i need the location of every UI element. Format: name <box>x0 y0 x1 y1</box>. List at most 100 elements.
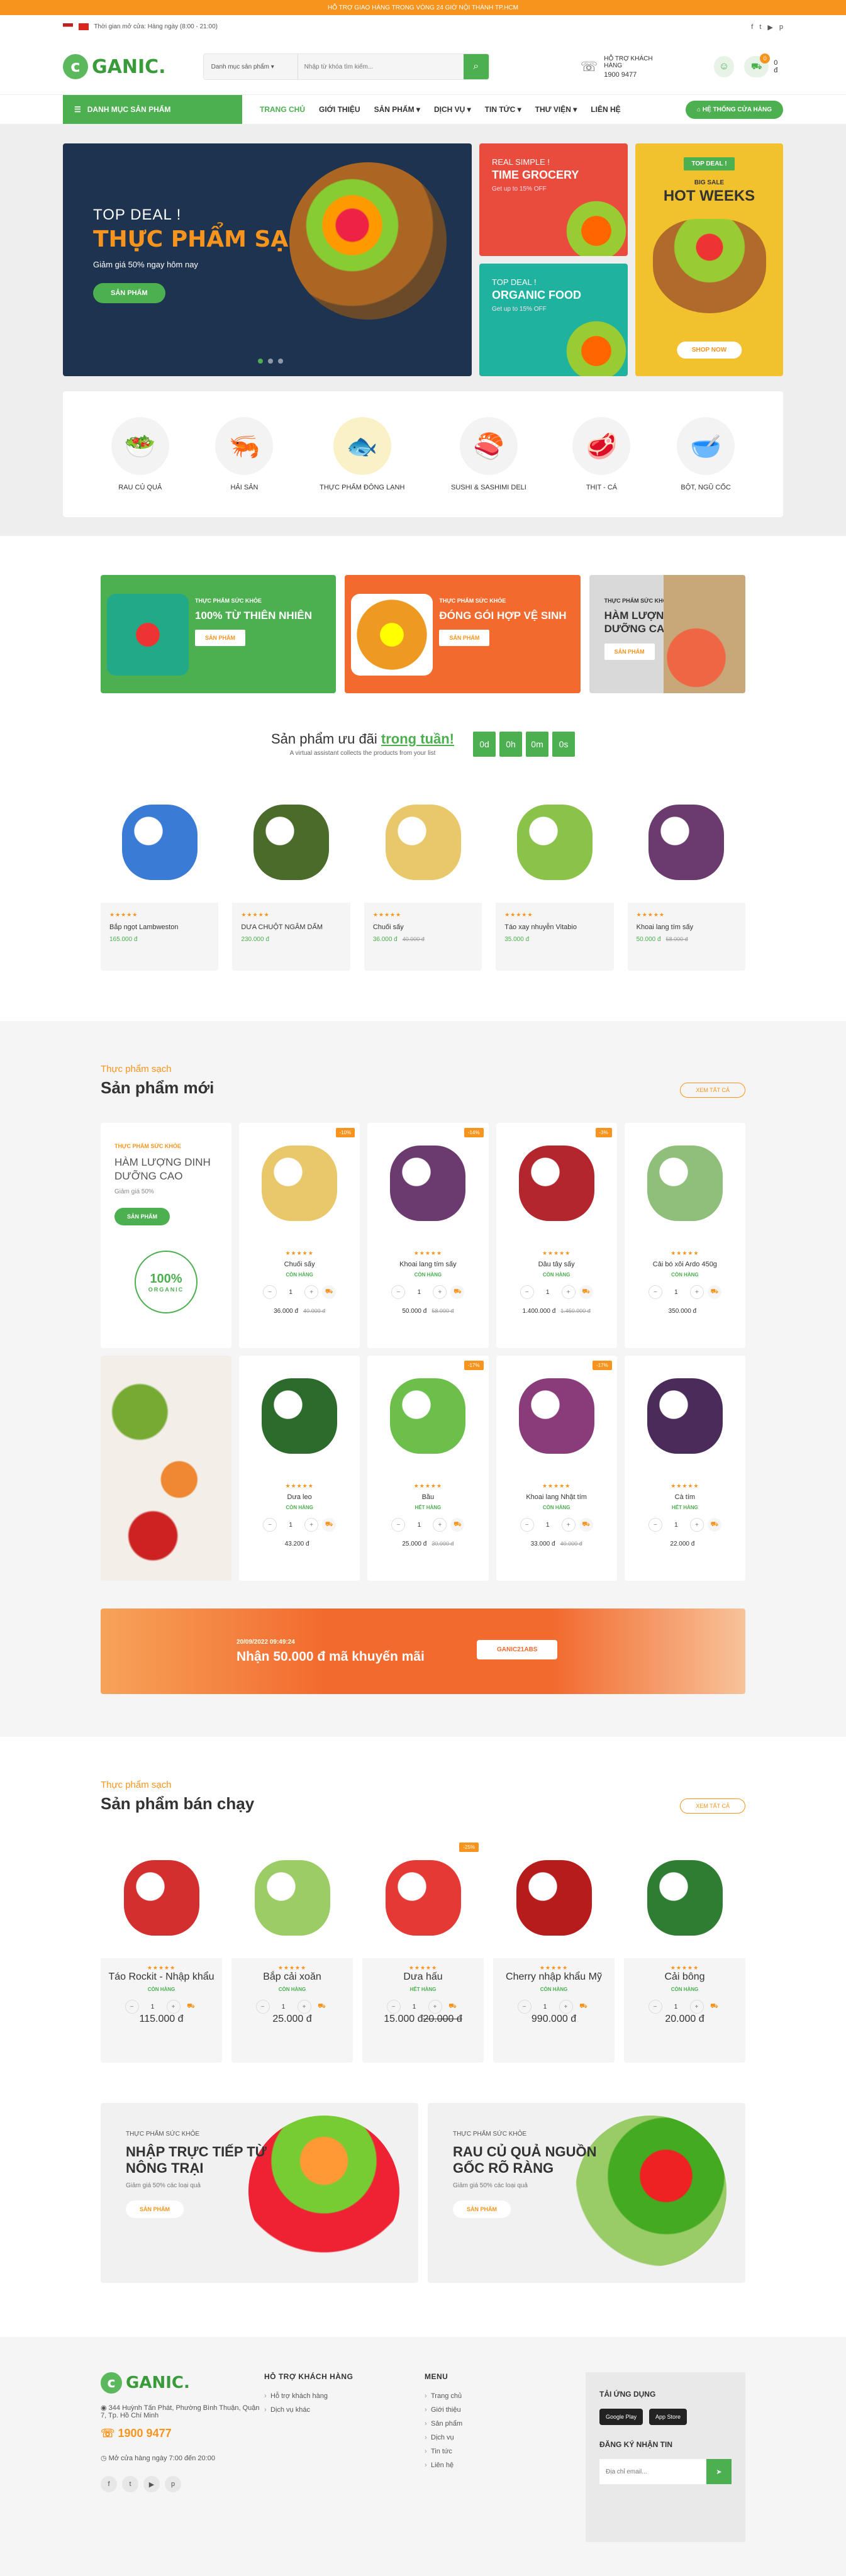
product-name[interactable]: Khoai lang Nhật tím <box>496 1493 617 1501</box>
footer-link[interactable]: Sản phẩm <box>425 2420 585 2428</box>
add-to-cart-button[interactable]: ⛟ <box>450 1285 465 1299</box>
add-to-cart-button[interactable]: ⛟ <box>579 1518 593 1532</box>
product-image[interactable] <box>627 782 746 903</box>
plus-button[interactable]: + <box>689 1518 704 1532</box>
quantity-value[interactable]: 1 <box>538 1518 558 1532</box>
view-all-button[interactable]: XEM TẤT CẢ <box>680 1083 745 1098</box>
add-to-cart-button[interactable]: ⛟ <box>184 2000 198 2014</box>
product-name[interactable]: Bắp cải xoăn <box>231 1971 353 1983</box>
product-name[interactable]: Cải bó xôi Ardo 450g <box>625 1261 745 1268</box>
product-card[interactable]: ★★★★★ Dưa leo CÒN HÀNG −1 + ⛟ 43.200 đ <box>239 1356 360 1581</box>
add-to-cart-button[interactable]: ⛟ <box>445 2000 460 2014</box>
hero-slider[interactable]: TOP DEAL ! THỰC PHẨM SẠCH Giảm giá 50% n… <box>63 143 472 376</box>
add-to-cart-button[interactable]: ⛟ <box>314 2000 329 2014</box>
promo-tile-time-grocery[interactable]: REAL SIMPLE ! TIME GROCERY Get up to 15% O… <box>479 143 628 256</box>
product-card[interactable]: -10% ★★★★★ Chuối sấy CÒN HÀNG −1 + ⛟ 36.000 đ 40… <box>239 1123 360 1348</box>
product-card[interactable]: -17% ★★★★★ Khoai lang Nhật tím CÒN HÀNG −1 + ⛟… <box>496 1356 617 1581</box>
product-card[interactable]: -14% ★★★★★ Khoai lang tím sấy CÒN HÀNG −1 + ⛟ 5… <box>367 1123 489 1348</box>
nav-item-news[interactable]: TIN TỨC ▾ <box>485 105 521 114</box>
plus-button[interactable]: + <box>561 1518 576 1532</box>
promo-banner[interactable]: THỰC PHẨM SỨC KHỎE ĐÓNG GÓI HỢP VỆ SINH SẢ… <box>345 575 581 693</box>
minus-button[interactable]: − <box>648 1518 662 1532</box>
deal-product-card[interactable]: ★★★★★ Chuối sấy 36.000 đ 40.000 đ <box>364 782 482 971</box>
footer-link[interactable]: Tin tức <box>425 2448 585 2455</box>
product-name[interactable]: Dưa hấu <box>362 1971 484 1983</box>
add-to-cart-button[interactable]: ⛟ <box>707 1285 721 1299</box>
promo-tile-hot-weeks[interactable]: TOP DEAL ! BIG SALE HOT WEEKS SHOP NOW <box>635 143 783 376</box>
product-card[interactable]: ★★★★★ Bắp cải xoăn CÒN HÀNG −1 + ⛟ 25.000 đ <box>231 1837 353 2063</box>
facebook-icon[interactable]: f <box>101 2476 117 2492</box>
minus-button[interactable]: − <box>263 1285 277 1299</box>
product-image[interactable] <box>239 1123 360 1244</box>
add-to-cart-button[interactable]: ⛟ <box>322 1285 337 1299</box>
nav-item-home[interactable]: TRANG CHỦ <box>260 105 305 114</box>
promo-banner[interactable]: THỰC PHẨM SỨC KHỎE 100% TỪ THIÊN NHIÊN SẢN… <box>101 575 337 693</box>
account-button[interactable]: ☺ <box>713 56 735 77</box>
product-image[interactable] <box>231 1837 353 1958</box>
category-item[interactable]: 🐟 THỰC PHẨM ĐÔNG LẠNH <box>320 417 404 491</box>
footer-phone[interactable]: ☏ 1900 9477 <box>101 2427 264 2440</box>
add-to-cart-button[interactable]: ⛟ <box>322 1518 337 1532</box>
coupon-code[interactable]: GANIC21ABS <box>477 1640 558 1659</box>
product-name[interactable]: Cherry nhập khẩu Mỹ <box>493 1971 615 1983</box>
product-image[interactable] <box>232 782 350 903</box>
product-image[interactable] <box>101 782 219 903</box>
quantity-value[interactable]: 1 <box>666 1285 686 1299</box>
cart-button[interactable]: ⛟ 0 <box>744 53 771 77</box>
category-item[interactable]: 🥣 BỘT, NGŨ CỐC <box>677 417 735 491</box>
plus-button[interactable]: + <box>297 2000 311 2014</box>
plus-button[interactable]: + <box>561 1285 576 1299</box>
quantity-value[interactable]: 1 <box>409 1285 429 1299</box>
facebook-icon[interactable]: f <box>751 23 753 31</box>
product-card[interactable]: ★★★★★ Cải bông CÒN HÀNG −1 + ⛟ 20.000 đ <box>624 1837 745 2063</box>
product-image[interactable] <box>493 1837 615 1958</box>
product-card[interactable]: ★★★★★ Cải bó xôi Ardo 450g CÒN HÀNG −1 + ⛟ 350… <box>624 1123 745 1348</box>
deal-product-card[interactable]: ★★★★★ Táo xay nhuyễn Vitabio 35.000 đ <box>496 782 614 971</box>
product-image[interactable] <box>367 1356 488 1476</box>
quantity-value[interactable]: 1 <box>535 2000 555 2014</box>
product-image[interactable] <box>625 1123 745 1244</box>
twitter-icon[interactable]: t <box>759 23 761 31</box>
youtube-icon[interactable]: ▶ <box>143 2476 160 2492</box>
twitter-icon[interactable]: t <box>122 2476 138 2492</box>
minus-button[interactable]: − <box>125 2000 139 2014</box>
quantity-value[interactable]: 1 <box>666 1518 686 1532</box>
plus-button[interactable]: + <box>304 1285 319 1299</box>
newsletter-email-input[interactable] <box>599 2459 706 2484</box>
nav-item-services[interactable]: DỊCH VỤ ▾ <box>434 105 471 114</box>
banner-button[interactable]: SẢN PHẨM <box>126 2200 184 2218</box>
logo[interactable]: c GANIC. <box>63 54 203 79</box>
footer-link[interactable]: Giới thiệu <box>425 2406 585 2414</box>
banner-button[interactable]: SẢN PHẨM <box>453 2200 511 2218</box>
product-name[interactable]: Chuối sấy <box>373 923 473 931</box>
minus-button[interactable]: − <box>255 2000 270 2014</box>
us-flag-icon[interactable] <box>63 23 73 31</box>
product-name[interactable]: Khoai lang tím sấy <box>367 1261 488 1268</box>
quantity-value[interactable]: 1 <box>143 2000 163 2014</box>
promo-tile-organic-food[interactable]: TOP DEAL ! ORGANIC FOOD Get up to 15% OFF <box>479 264 628 376</box>
product-name[interactable]: Dâu tây sấy <box>496 1261 617 1268</box>
plus-button[interactable]: + <box>166 2000 181 2014</box>
plus-button[interactable]: + <box>428 2000 442 2014</box>
minus-button[interactable]: − <box>520 1518 534 1532</box>
category-item[interactable]: 🍣 SUSHI & SASHIMI DELI <box>451 417 526 491</box>
product-card[interactable]: -17% ★★★★★ Bầu HẾT HÀNG −1 + ⛟ 25.000 đ 30.000 đ <box>367 1356 489 1581</box>
category-menu-button[interactable]: ☰ DANH MỤC SẢN PHẨM <box>63 95 242 124</box>
footer-link[interactable]: Trang chủ <box>425 2392 585 2400</box>
feature-banner[interactable]: THỰC PHẨM SỨC KHỎE RAU CỦ QUẢ NGUỒN GỐC R… <box>428 2103 745 2283</box>
quantity-value[interactable]: 1 <box>281 1518 301 1532</box>
minus-button[interactable]: − <box>517 2000 532 2014</box>
vn-flag-icon[interactable] <box>78 23 89 31</box>
quantity-value[interactable]: 1 <box>281 1285 301 1299</box>
slider-dots[interactable] <box>258 359 283 364</box>
deal-product-card[interactable]: ★★★★★ DƯA CHUỘT NGÂM DẤM 230.000 đ <box>232 782 350 971</box>
support-phone[interactable]: 1900 9477 <box>604 71 669 79</box>
product-card[interactable]: ★★★★★ Cà tím HẾT HÀNG −1 + ⛟ 22.000 đ <box>624 1356 745 1581</box>
promo-button[interactable]: SẢN PHẨM <box>604 643 655 660</box>
product-card[interactable]: ★★★★★ Cherry nhập khẩu Mỹ CÒN HÀNG −1 + ⛟ 990.… <box>493 1837 615 2063</box>
product-name[interactable]: Bầu <box>367 1493 488 1501</box>
product-name[interactable]: Cải bông <box>624 1971 745 1983</box>
product-image[interactable] <box>101 1837 222 1958</box>
google-play-badge[interactable]: Google Play <box>599 2409 643 2425</box>
product-image[interactable] <box>239 1356 360 1476</box>
